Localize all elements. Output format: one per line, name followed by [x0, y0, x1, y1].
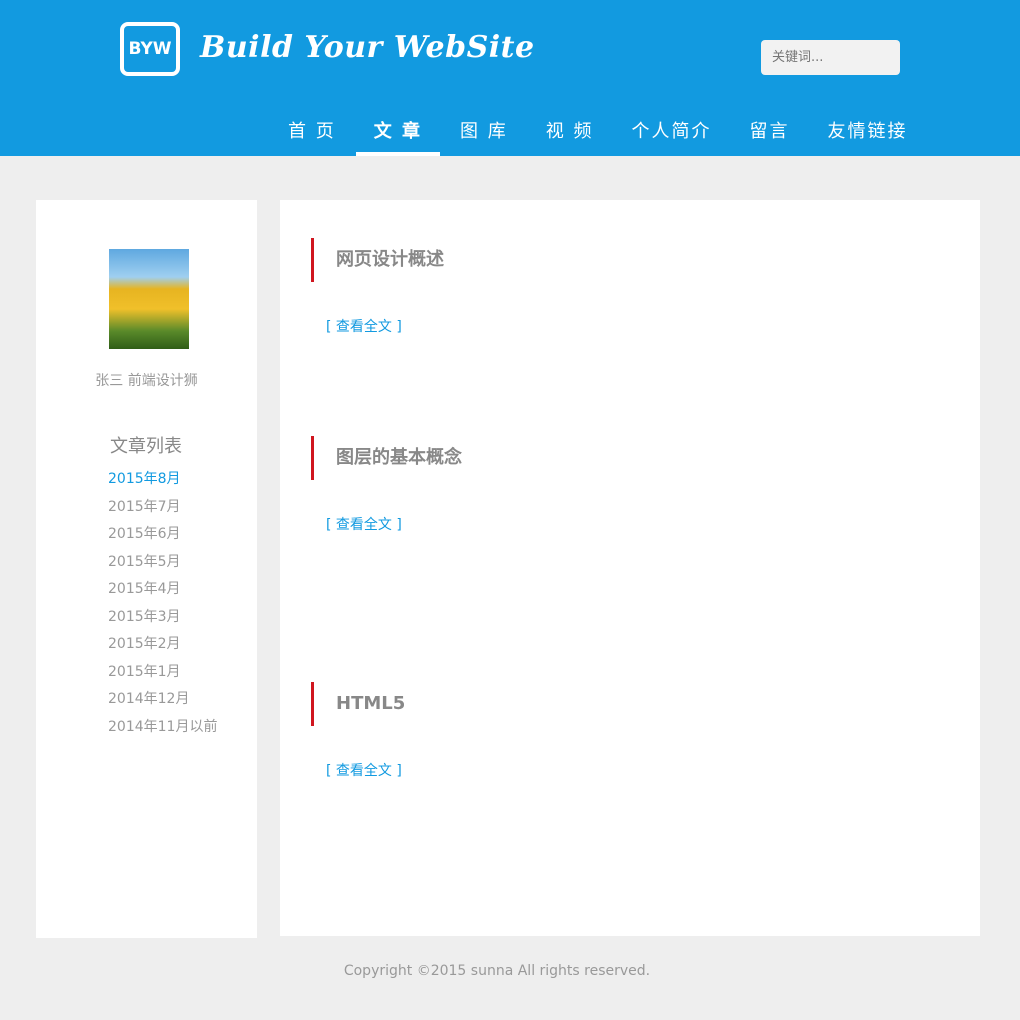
article-web-design: 网页设计概述 [ 查看全文 ] [311, 238, 926, 336]
article-layers: 图层的基本概念 [ 查看全文 ] [311, 436, 926, 534]
nav-articles[interactable]: 文 章 [355, 108, 441, 156]
article-title[interactable]: 网页设计概述 [311, 238, 926, 282]
nav-video[interactable]: 视 频 [528, 108, 612, 156]
archive-item-2015-02[interactable]: 2015年2月 [108, 631, 217, 659]
archive-item-2015-04[interactable]: 2015年4月 [108, 576, 217, 604]
archive-item-2015-05[interactable]: 2015年5月 [108, 549, 217, 577]
archive-item-2014-11-earlier[interactable]: 2014年11月以前 [108, 714, 217, 742]
nav-home[interactable]: 首 页 [270, 108, 354, 156]
read-more-link[interactable]: [ 查看全文 ] [326, 760, 402, 780]
archive-item-2015-08[interactable]: 2015年8月 [108, 466, 217, 494]
copyright-footer: Copyright ©2015 sunna All rights reserve… [343, 963, 651, 979]
site-title[interactable]: Build Your WebSite [200, 30, 535, 65]
avatar [109, 249, 189, 349]
nav-links[interactable]: 友情链接 [809, 108, 925, 156]
archive-list: 2015年8月 2015年7月 2015年6月 2015年5月 2015年4月 … [108, 466, 217, 741]
site-header: BYW Build Your WebSite 首 页 文 章 图 库 视 频 个… [0, 0, 1020, 156]
archive-item-2014-12[interactable]: 2014年12月 [108, 686, 217, 714]
read-more-link[interactable]: [ 查看全文 ] [326, 316, 402, 336]
nav-gallery[interactable]: 图 库 [442, 108, 526, 156]
search-input[interactable] [761, 40, 900, 75]
article-list-title: 文章列表 [110, 436, 182, 457]
archive-item-2015-06[interactable]: 2015年6月 [108, 521, 217, 549]
nav-profile[interactable]: 个人简介 [613, 108, 729, 156]
archive-item-2015-01[interactable]: 2015年1月 [108, 659, 217, 687]
author-caption: 张三 前端设计狮 [95, 373, 198, 389]
main-nav: 首 页 文 章 图 库 视 频 个人简介 留言 友情链接 [270, 108, 927, 156]
article-title[interactable]: HTML5 [311, 682, 926, 726]
archive-item-2015-03[interactable]: 2015年3月 [108, 604, 217, 632]
article-list: 网页设计概述 [ 查看全文 ] 图层的基本概念 [ 查看全文 ] HTML5 [… [280, 200, 980, 936]
archive-item-2015-07[interactable]: 2015年7月 [108, 494, 217, 522]
sidebar: 张三 前端设计狮 文章列表 2015年8月 2015年7月 2015年6月 20… [36, 200, 257, 938]
byw-logo[interactable]: BYW [120, 22, 180, 76]
read-more-link[interactable]: [ 查看全文 ] [326, 514, 402, 534]
nav-guestbook[interactable]: 留言 [731, 108, 807, 156]
article-title[interactable]: 图层的基本概念 [311, 436, 926, 480]
article-html5: HTML5 [ 查看全文 ] [311, 682, 926, 780]
